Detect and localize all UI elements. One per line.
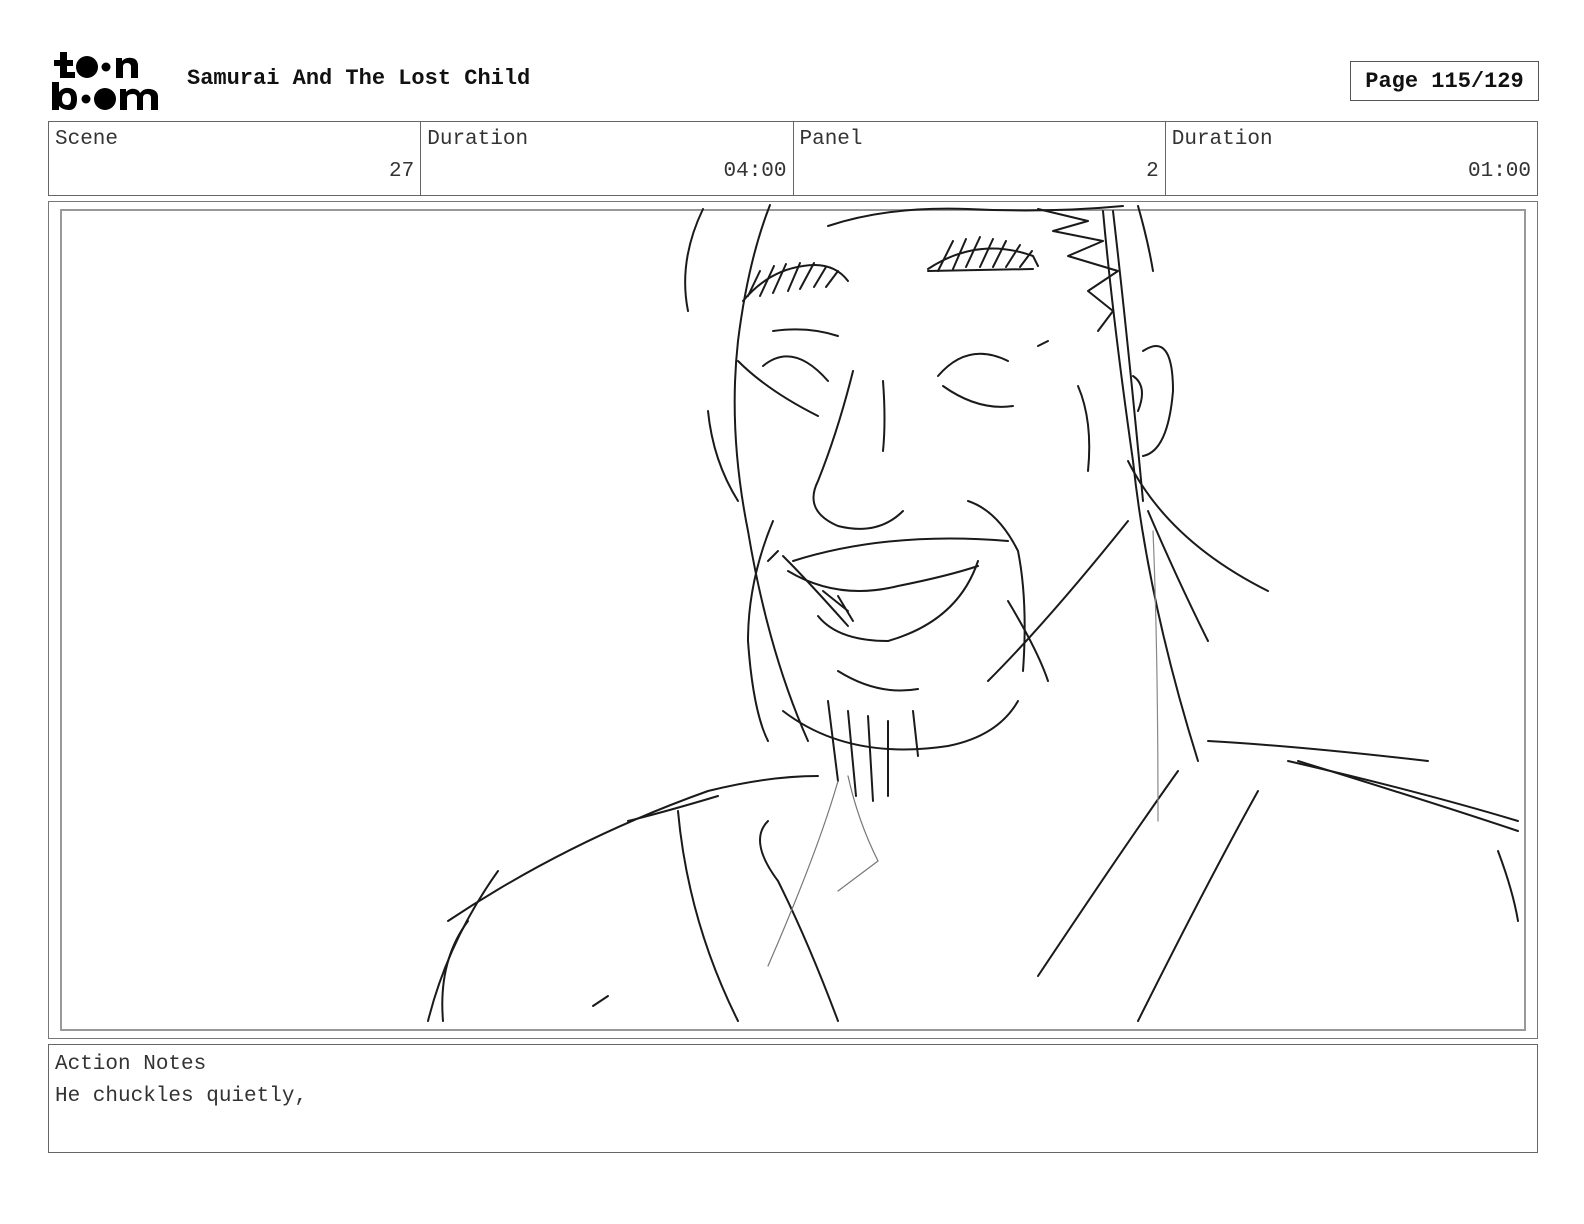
- scene-duration-value: 04:00: [723, 160, 787, 183]
- panel-duration-label: Duration: [1171, 128, 1273, 151]
- action-notes-text: He chuckles quietly,: [55, 1085, 308, 1108]
- scene-cell: Scene 27: [49, 122, 422, 195]
- project-title: Samurai And The Lost Child: [187, 66, 531, 91]
- panel-info-row: Scene 27 Duration 04:00 Panel 2 Duration…: [48, 121, 1538, 196]
- panel-value: 2: [1146, 160, 1159, 183]
- panel-duration-value: 01:00: [1467, 160, 1531, 183]
- panel-cell: Panel 2: [794, 122, 1166, 195]
- action-notes: Action Notes He chuckles quietly,: [48, 1044, 1538, 1153]
- action-notes-label: Action Notes: [55, 1053, 207, 1076]
- sketch-drawing: [427, 204, 1519, 1022]
- scene-label: Scene: [55, 128, 119, 151]
- panel-duration-cell: Duration 01:00: [1166, 122, 1537, 195]
- scene-value: 27: [389, 160, 415, 183]
- scene-duration-label: Duration: [427, 128, 529, 151]
- toon-boom-logo: [52, 52, 158, 110]
- scene-duration-cell: Duration 04:00: [421, 122, 794, 195]
- panel-label: Panel: [799, 128, 863, 151]
- page-indicator: Page 115/129: [1350, 61, 1539, 101]
